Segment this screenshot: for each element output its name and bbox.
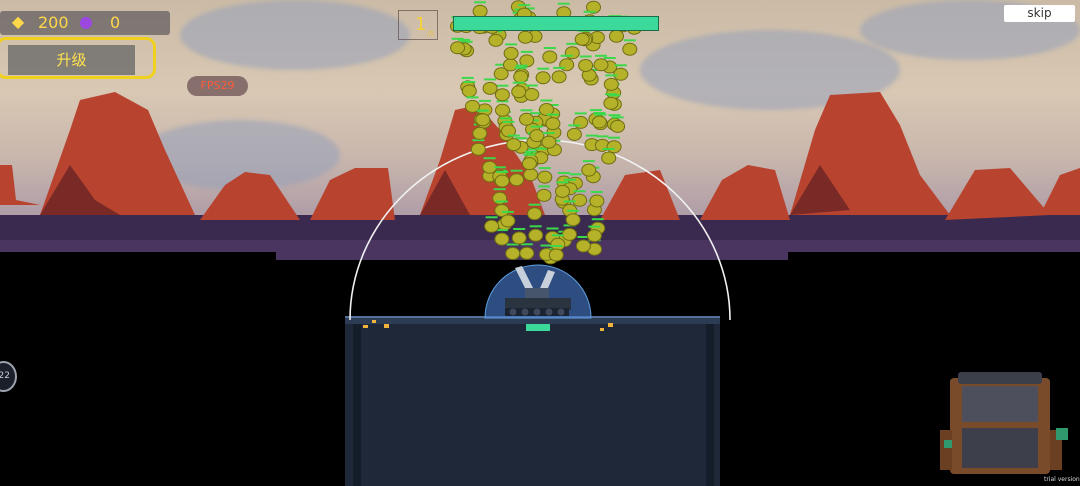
mesa	[200, 172, 300, 220]
spiky-spore-enemy-icon	[519, 50, 535, 68]
spiky-spore-enemy-icon	[482, 78, 498, 95]
spiky-spore-enemy-icon	[537, 167, 553, 184]
wave-indicator: 1 /5	[398, 10, 438, 40]
mesa	[600, 170, 680, 220]
spiky-spore-enemy-icon	[578, 55, 594, 72]
purple-gem-icon: ●	[79, 12, 93, 31]
fps-counter: FPS29	[187, 76, 248, 96]
spiky-spore-enemy-icon	[494, 84, 510, 102]
terrain-layer	[0, 0, 1080, 486]
mesa	[310, 168, 395, 220]
spiky-spore-enemy-icon	[503, 43, 519, 60]
gem-count: 0	[110, 13, 121, 32]
spiky-spore-enemy-icon	[581, 160, 597, 177]
boss-health-bar	[453, 16, 659, 31]
skip-button[interactable]: skip	[1004, 5, 1075, 22]
wave-number: 1	[415, 14, 427, 35]
upgrade-button[interactable]: 升级	[8, 45, 135, 75]
mesa	[700, 165, 790, 220]
tank-health-bar	[526, 324, 550, 331]
mesa	[945, 168, 1050, 220]
mesa	[1040, 168, 1080, 215]
spiky-spore-enemy-icon	[539, 99, 554, 116]
spiky-spore-enemy-icon	[495, 100, 510, 117]
spiky-spore-enemy-icon	[519, 109, 534, 126]
wave-total: /5	[427, 30, 434, 38]
backpack-icon	[940, 372, 1068, 474]
left-cliff	[0, 252, 345, 486]
upgrade-frame: 升级	[0, 37, 156, 79]
spiky-spore-enemy-icon	[536, 185, 552, 202]
underground-pit	[345, 320, 720, 486]
resource-bar: ◆ 200 ● 0	[0, 11, 170, 35]
spiky-spore-enemy-icon	[472, 1, 488, 18]
spiky-spore-enemy-icon	[542, 47, 558, 64]
spiky-spore-enemy-icon	[535, 67, 551, 85]
gold-count: 200	[38, 13, 69, 32]
spiky-spore-enemy-icon	[622, 39, 638, 56]
side-button-label: 22	[0, 371, 10, 381]
trial-version-label: trial version	[1044, 476, 1080, 483]
spiky-spore-enemy-icon	[589, 191, 605, 208]
game-scene: ◆ 200 ● 0 升级 FPS29 1 /5 skip 22 trial ve…	[0, 0, 1080, 486]
spiky-spore-enemy-icon	[606, 136, 622, 154]
gold-crystal-icon: ◆	[11, 12, 25, 31]
mesa	[0, 165, 40, 205]
